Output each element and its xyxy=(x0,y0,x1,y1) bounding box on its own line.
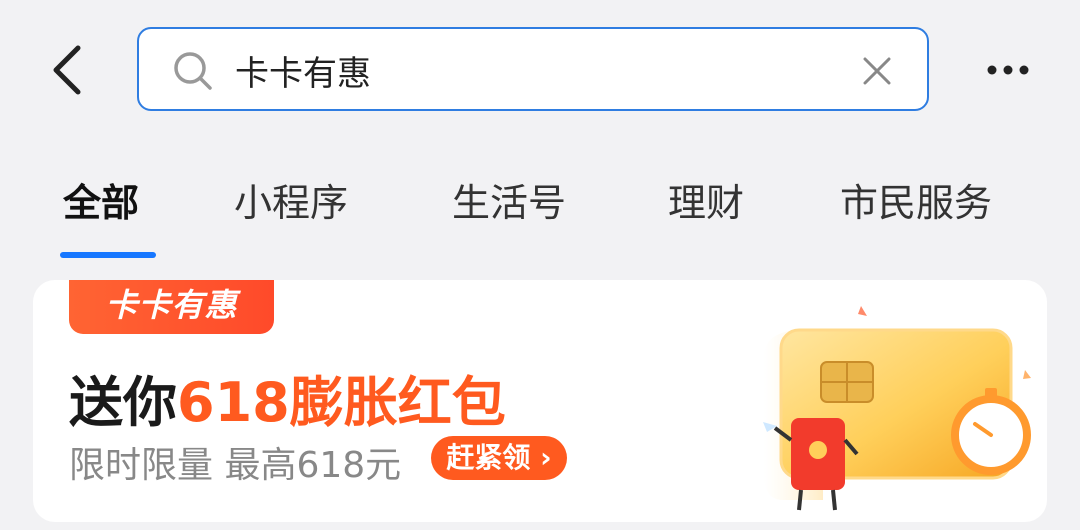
tab-finance[interactable]: 理财 xyxy=(668,172,744,227)
more-horizontal-icon xyxy=(987,65,1029,75)
tab-all[interactable]: 全部 xyxy=(63,172,139,227)
promo-title: 送你618膨胀红包 xyxy=(69,358,506,437)
chevron-left-icon xyxy=(53,45,81,95)
promo-title-prefix: 送你 xyxy=(69,371,177,434)
close-icon[interactable] xyxy=(861,55,893,87)
tab-citizen-services[interactable]: 市民服务 xyxy=(840,172,992,227)
search-input[interactable] xyxy=(235,45,795,95)
tab-life-accounts[interactable]: 生活号 xyxy=(452,172,566,227)
tab-mini-programs[interactable]: 小程序 xyxy=(234,172,348,227)
category-tabs: 全部 小程序 生活号 理财 市民服务 xyxy=(0,160,1080,260)
promo-badge: 卡卡有惠 xyxy=(69,280,274,334)
search-icon xyxy=(174,52,212,90)
promo-title-highlight: 618膨胀红包 xyxy=(177,371,506,434)
gold-card-red-envelope-illustration xyxy=(763,306,1031,511)
claim-button[interactable]: 赶紧领 › xyxy=(431,436,567,480)
back-button[interactable] xyxy=(44,40,94,100)
more-options-button[interactable] xyxy=(984,55,1032,85)
promo-subtitle: 限时限量 最高618元 xyxy=(69,445,402,486)
promo-card[interactable]: 卡卡有惠 送你618膨胀红包 限时限量 最高618元 赶紧领 › xyxy=(33,280,1047,522)
search-box[interactable] xyxy=(137,27,929,111)
active-tab-indicator xyxy=(60,252,156,258)
